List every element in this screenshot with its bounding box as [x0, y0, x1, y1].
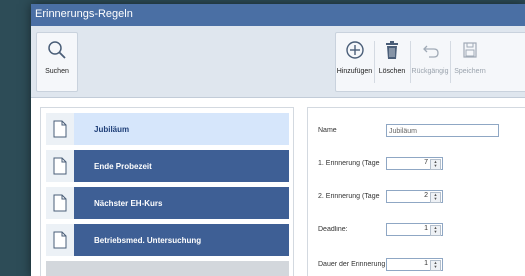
reminder1-stepper[interactable]: 7 ▲ ▼ — [386, 157, 443, 170]
content-area: Jubiläum Ende Probezeit Nächster EH-Kurs… — [31, 98, 525, 276]
document-icon — [46, 187, 74, 219]
detail-form: Name Jubiläum 1. Erinnerung (Tage 7 ▲ ▼ 2… — [307, 107, 525, 276]
spin-arrows-icon[interactable]: ▲ ▼ — [430, 159, 441, 170]
deadline-row: Deadline: 1 ▲ ▼ — [308, 223, 525, 239]
name-row: Name Jubiläum — [308, 124, 525, 140]
deadline-stepper[interactable]: 1 ▲ ▼ — [386, 223, 443, 236]
name-input[interactable]: Jubiläum — [386, 124, 499, 137]
duration-stepper[interactable]: 1 ▲ ▼ — [386, 258, 443, 271]
plus-circle-icon — [345, 41, 364, 59]
actions-group: Hinzufügen Löschen Rückgängig Speichern — [335, 32, 525, 92]
delete-button[interactable]: Löschen — [375, 33, 409, 91]
spin-arrows-icon[interactable]: ▲ ▼ — [430, 260, 441, 271]
undo-label: Rückgängig — [411, 68, 449, 75]
list-item[interactable]: Betriebsmed. Untersuchung — [46, 224, 289, 256]
undo-button[interactable]: Rückgängig — [411, 33, 449, 91]
search-label: Suchen — [45, 68, 69, 75]
save-button[interactable]: Speichern — [451, 33, 489, 91]
document-icon — [46, 113, 74, 145]
rules-list: Jubiläum Ende Probezeit Nächster EH-Kurs… — [40, 107, 294, 276]
list-item[interactable]: Ende Probezeit — [46, 150, 289, 182]
reminder2-stepper[interactable]: 2 ▲ ▼ — [386, 190, 443, 203]
reminder1-label: 1. Erinnerung (Tage — [318, 160, 380, 167]
reminder2-label: 2. Erinnerung (Tage — [318, 193, 380, 200]
spin-arrows-icon[interactable]: ▲ ▼ — [430, 225, 441, 236]
search-icon — [48, 41, 66, 59]
window: Erinnerungs-Regeln Suchen Hinzufügen Lös… — [31, 4, 525, 276]
duration-row: Dauer der Erinnerung 1 ▲ ▼ — [308, 258, 525, 274]
document-icon — [46, 224, 74, 256]
spin-arrows-icon[interactable]: ▲ ▼ — [430, 192, 441, 203]
undo-icon — [423, 45, 439, 58]
reminder2-value: 2 — [424, 192, 428, 199]
delete-label: Löschen — [378, 68, 406, 75]
trash-icon — [386, 41, 398, 59]
duration-value: 1 — [424, 260, 428, 267]
search-button[interactable]: Suchen — [37, 33, 77, 91]
search-group: Suchen — [36, 32, 78, 92]
deadline-value: 1 — [424, 225, 428, 232]
add-button[interactable]: Hinzufügen — [336, 33, 373, 91]
name-label: Name — [318, 127, 337, 134]
list-item[interactable]: Nächster EH-Kurs — [46, 187, 289, 219]
add-label: Hinzufügen — [336, 68, 373, 75]
document-icon — [46, 150, 74, 182]
list-item-label: Jubiläum — [94, 124, 130, 134]
save-label: Speichern — [454, 68, 486, 75]
reminder1-row: 1. Erinnerung (Tage 7 ▲ ▼ — [308, 157, 525, 173]
list-item[interactable]: Jubiläum — [46, 113, 289, 145]
list-item-label: Ende Probezeit — [94, 161, 152, 171]
window-title: Erinnerungs-Regeln — [31, 4, 525, 26]
duration-label: Dauer der Erinnerung — [318, 261, 386, 268]
reminder2-row: 2. Erinnerung (Tage 2 ▲ ▼ — [308, 190, 525, 206]
list-item-label: Betriebsmed. Untersuchung — [94, 235, 202, 245]
list-item-label: Nächster EH-Kurs — [94, 198, 163, 208]
save-icon — [463, 42, 477, 58]
reminder1-value: 7 — [424, 159, 428, 166]
toolbar: Suchen Hinzufügen Löschen Rückgängig Spe… — [31, 26, 525, 98]
list-item[interactable] — [46, 261, 289, 276]
deadline-label: Deadline: — [318, 226, 348, 233]
